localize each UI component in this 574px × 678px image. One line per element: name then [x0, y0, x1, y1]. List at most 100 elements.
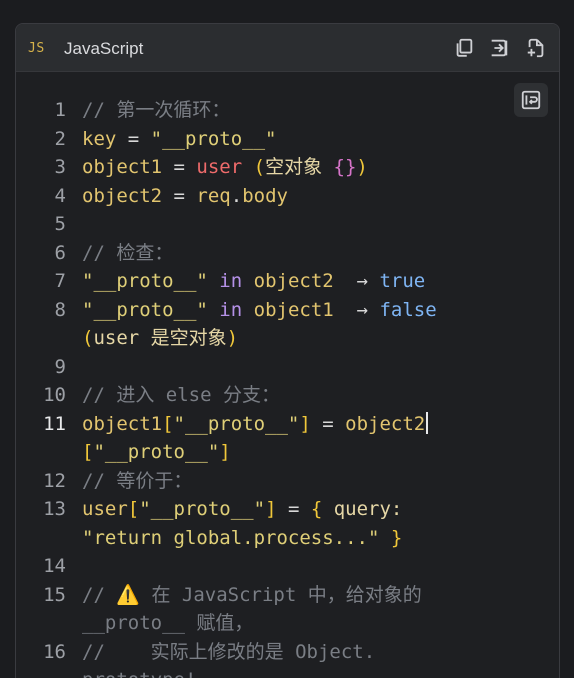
line-number: 1	[54, 99, 66, 121]
line-text: key = "__proto__"	[82, 125, 277, 154]
code-token: =	[162, 184, 197, 207]
line-text: object1 = user (空对象 {})	[82, 153, 368, 182]
line-text: // 等价于：	[82, 467, 192, 496]
javascript-icon: JS	[28, 41, 45, 56]
warning-icon: ⚠️	[116, 583, 140, 606]
code-token: 空对象	[265, 156, 334, 178]
line-number: 6	[54, 241, 66, 264]
line-text: ["__proto__"]	[82, 438, 231, 467]
code-token: object2	[253, 270, 334, 292]
code-token: req	[196, 184, 231, 207]
line-text: object1["__proto__"] = object2	[82, 410, 429, 439]
line-text: // 实际上修改的是 Object.	[82, 638, 375, 667]
code-block-header: JS JavaScript	[16, 24, 559, 72]
text-cursor	[426, 411, 429, 434]
code-token: [	[127, 498, 140, 520]
code-token: // 检查：	[82, 241, 174, 264]
word-wrap-icon	[521, 90, 541, 110]
line-number: 10	[43, 384, 66, 406]
code-token: ]	[219, 441, 231, 463]
code-token: .	[230, 184, 243, 207]
line-number: 7	[54, 270, 66, 292]
code-token: {	[310, 498, 323, 520]
insert-button[interactable]	[488, 37, 510, 59]
line-number: 3	[54, 156, 66, 178]
line-text: // 进入 else 分支：	[82, 381, 280, 410]
code-block: JS JavaScript 1 // 第一次循环： 2 key = "__pro…	[15, 23, 560, 678]
line-text: (user 是空对象)	[82, 324, 238, 353]
line-number: 12	[43, 469, 66, 492]
code-token: )	[226, 327, 239, 349]
code-token: =	[116, 127, 151, 150]
new-file-button[interactable]	[525, 37, 547, 59]
insert-icon	[491, 39, 508, 57]
code-token: object1	[82, 156, 163, 178]
code-token: object1	[253, 298, 334, 321]
line-number: 15	[43, 583, 66, 606]
line-number: 8	[54, 298, 66, 321]
code-token: "__proto__"	[82, 298, 208, 321]
code-token: object2	[82, 184, 163, 207]
code-token: in	[219, 270, 243, 292]
code-token: in	[219, 298, 243, 321]
line-number: 2	[54, 127, 66, 150]
word-wrap-button[interactable]	[514, 83, 548, 117]
line-number: 16	[43, 640, 66, 663]
copy-icon	[456, 38, 473, 57]
code-token: user 是空对象	[93, 327, 227, 349]
code-token: [	[82, 441, 94, 463]
code-token: __proto__ 赋值，	[82, 612, 254, 634]
line-text: __proto__ 赋值，	[82, 609, 253, 638]
code-token: "return global.process..."	[82, 526, 380, 549]
code-token: 在 JavaScript 中，给对象的	[140, 583, 422, 606]
code-token: user	[82, 498, 128, 520]
code-token: // 第一次循环：	[82, 99, 231, 121]
code-token: (	[82, 327, 94, 349]
code-token: query:	[322, 498, 403, 520]
code-area[interactable]: 1 // 第一次循环： 2 key = "__proto__" 3 object1 = u…	[16, 72, 559, 678]
code-token: key	[82, 127, 117, 150]
copy-button[interactable]	[453, 37, 475, 59]
code-token: =	[162, 156, 197, 178]
line-text: user["__proto__"] = { query:	[82, 495, 402, 524]
line-number: 11	[43, 412, 66, 435]
code-token: "__proto__"	[93, 441, 220, 463]
line-number: 9	[54, 355, 66, 378]
line-text: "__proto__" in object1 → false	[82, 296, 437, 325]
code-token: )	[356, 156, 368, 178]
code-token: object2	[345, 412, 426, 435]
line-text: object2 = req.body	[82, 182, 288, 211]
code-token: //	[82, 583, 117, 606]
line-text: // 检查：	[82, 239, 173, 268]
code-token: prototype!	[82, 669, 196, 678]
code-token: "__proto__"	[139, 498, 266, 520]
code-token: "__proto__"	[150, 127, 277, 150]
code-token: [	[162, 412, 174, 435]
code-token: }	[390, 526, 403, 549]
code-token: object1	[82, 412, 163, 435]
language-label: JavaScript	[64, 39, 144, 58]
code-token: "__proto__"	[82, 270, 208, 292]
code-token: "__proto__"	[173, 412, 300, 435]
code-token: ]	[265, 498, 277, 520]
code-token: true	[379, 270, 426, 292]
code-token: // 实际上修改的是 Object.	[82, 640, 376, 663]
code-token: // 等价于：	[82, 469, 193, 492]
code-token: body	[242, 184, 288, 207]
code-token: user	[196, 156, 243, 178]
line-text: prototype!	[82, 666, 196, 678]
code-token: ]	[299, 412, 311, 435]
code-token: {}	[333, 156, 357, 178]
line-number: 4	[54, 184, 66, 207]
line-text: // ⚠️ 在 JavaScript 中，给对象的	[82, 581, 422, 610]
code-token: →	[333, 270, 380, 292]
line-number: 13	[43, 498, 66, 520]
code-token: →	[333, 298, 380, 321]
line-text: "__proto__" in object2 → true	[82, 267, 425, 296]
